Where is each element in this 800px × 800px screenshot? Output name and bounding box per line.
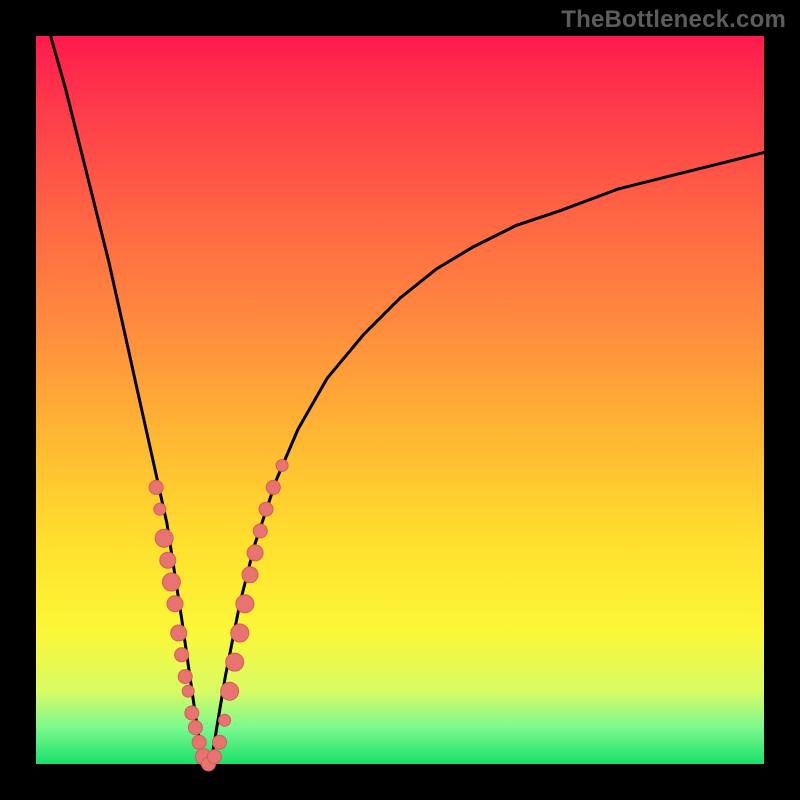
data-marker (221, 682, 239, 700)
data-marker (171, 625, 187, 641)
watermark-text: TheBottleneck.com (561, 6, 786, 34)
data-marker (178, 670, 192, 684)
data-marker (253, 524, 267, 538)
data-marker (154, 503, 166, 515)
curve-layer (36, 36, 764, 764)
bottleneck-curve (51, 36, 764, 764)
data-marker (188, 721, 202, 735)
data-marker (259, 502, 273, 516)
data-marker (219, 714, 231, 726)
data-marker (149, 480, 163, 494)
data-marker (155, 529, 173, 547)
data-marker (213, 735, 227, 749)
data-marker (182, 685, 194, 697)
data-marker (185, 706, 199, 720)
outer-frame: TheBottleneck.com (0, 0, 800, 800)
data-marker (162, 573, 180, 591)
data-marker (276, 460, 288, 472)
data-marker (167, 596, 183, 612)
data-marker (236, 595, 254, 613)
data-marker (192, 735, 206, 749)
data-marker (242, 567, 258, 583)
data-marker (207, 750, 221, 764)
data-marker (266, 480, 280, 494)
data-marker (226, 653, 244, 671)
data-marker (160, 552, 176, 568)
data-marker (231, 624, 249, 642)
plot-area (36, 36, 764, 764)
data-marker (175, 648, 189, 662)
data-marker (247, 545, 263, 561)
